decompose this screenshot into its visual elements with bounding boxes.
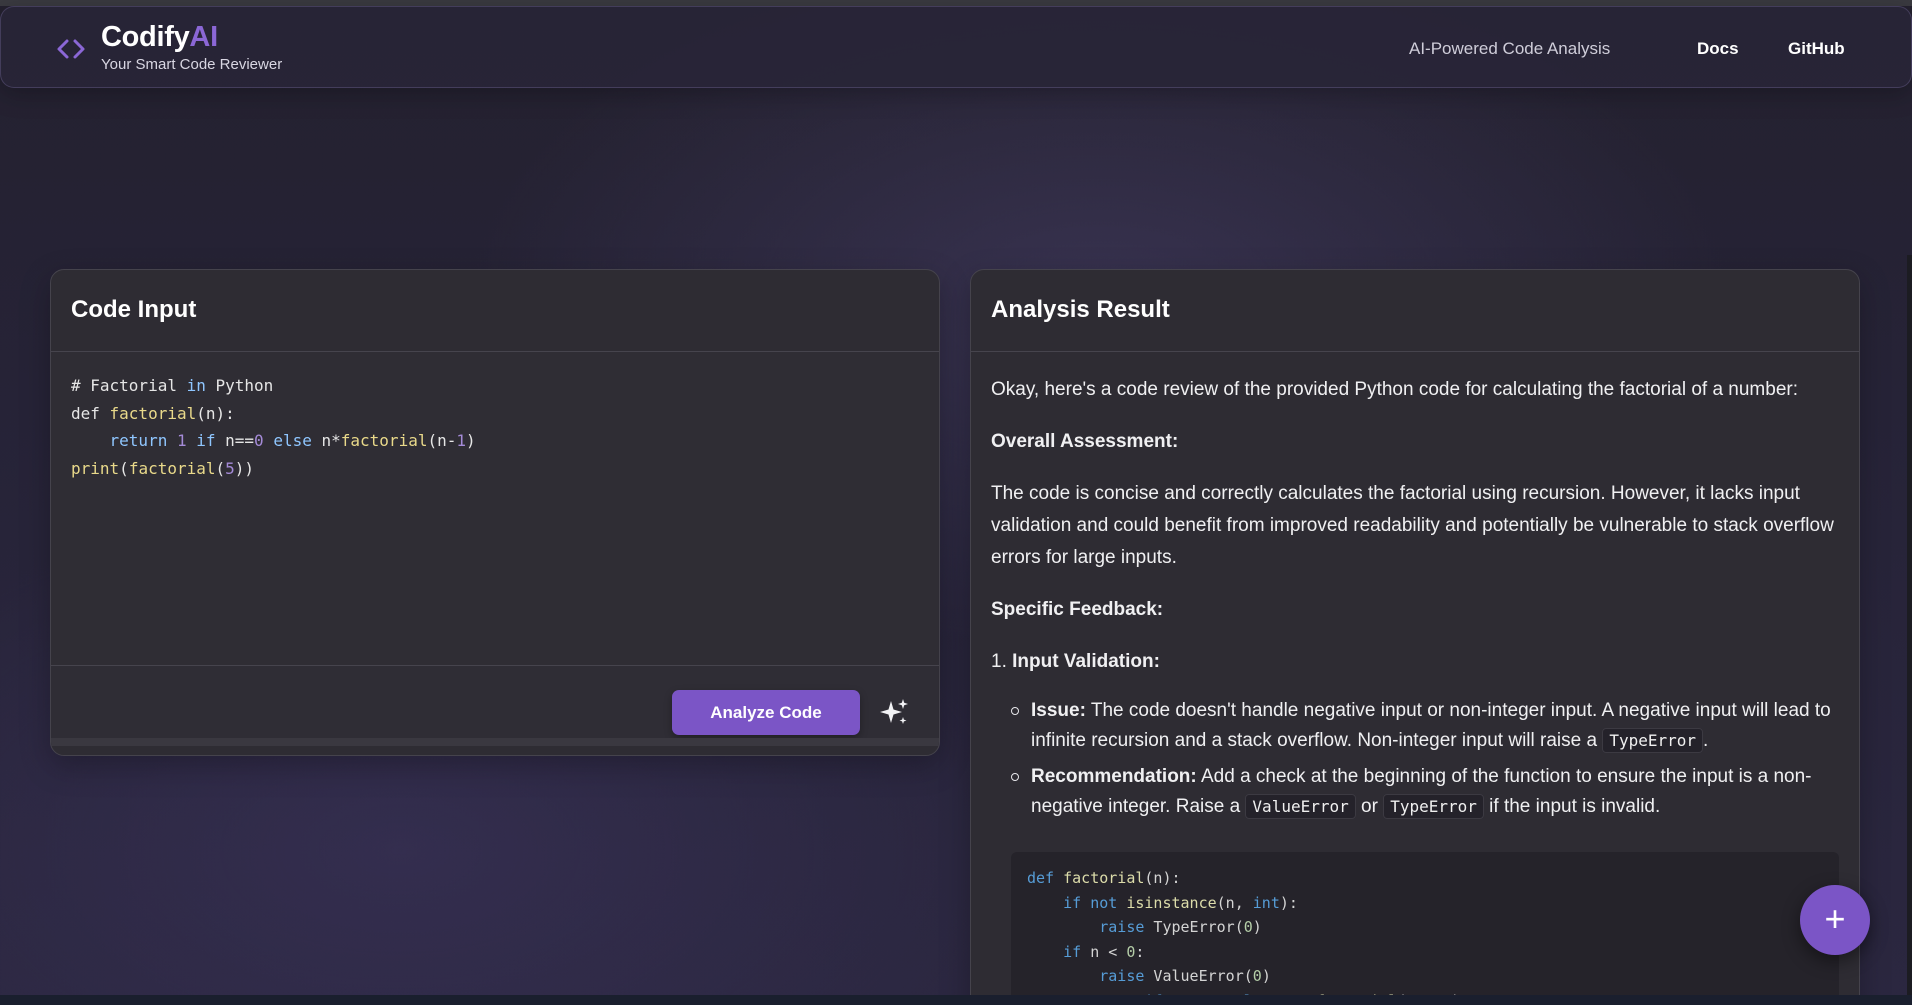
code-input-header: Code Input (51, 270, 939, 352)
inline-code: TypeError (1383, 794, 1484, 819)
code-block-line: raise ValueError(0) (1099, 967, 1271, 985)
brand-tagline: Your Smart Code Reviewer (101, 56, 283, 73)
analysis-result-panel: Analysis Result Okay, here's a code revi… (970, 269, 1860, 1005)
app-header: CodifyAI Your Smart Code Reviewer AI-Pow… (0, 6, 1912, 88)
code-input-panel: Code Input # Factorial in Python def fact… (50, 269, 940, 756)
plus-icon: + (1824, 898, 1846, 939)
code-line: # Factorial in Python (71, 372, 919, 400)
code-print-line: print(factorial(5)) (71, 458, 255, 478)
add-fab-button[interactable]: + (1800, 885, 1870, 955)
recommendation-item: Recommendation: Add a check at the begin… (1011, 762, 1839, 822)
item-input-validation: 1. Input Validation: (991, 651, 1160, 672)
code-block-line: if n < 0: (1063, 942, 1145, 961)
nav-ai-analysis[interactable]: AI-Powered Code Analysis (1409, 39, 1610, 59)
panel-bottom-strip (51, 738, 939, 746)
code-line: return 1 if n==0 else n*factorial(n-1) (71, 427, 919, 455)
code-block-line: def factorial(n): (1027, 869, 1181, 887)
specific-heading: Specific Feedback: (991, 599, 1164, 620)
code-comment: # Factorial in Python (71, 376, 274, 395)
nav-docs[interactable]: Docs (1697, 39, 1739, 59)
code-block-line: raise TypeError(0) (1099, 918, 1262, 936)
feedback-sublist: Issue: The code doesn't handle negative … (991, 696, 1839, 822)
nav-github[interactable]: GitHub (1788, 39, 1845, 59)
inline-code: TypeError (1602, 728, 1704, 753)
code-input-title: Code Input (71, 296, 197, 323)
code-def-line: def factorial(n): (71, 403, 235, 423)
code-return-line: return 1 if n==0 else n*factorial(n-1) (109, 431, 476, 450)
inline-code: ValueError (1245, 794, 1356, 819)
taskbar-edge (0, 995, 1912, 1005)
code-editor[interactable]: # Factorial in Python def factorial(n): r… (51, 352, 939, 666)
code-input-footer: Analyze Code (51, 666, 939, 746)
brand-name: CodifyAI (101, 21, 218, 53)
issue-item: Issue: The code doesn't handle negative … (1011, 696, 1839, 756)
brand[interactable]: CodifyAI Your Smart Code Reviewer (101, 19, 282, 73)
code-brackets-icon (57, 39, 85, 59)
suggested-code-block: def factorial(n): if not isinstance(n, i… (1011, 852, 1839, 1005)
analysis-result-title: Analysis Result (991, 296, 1170, 323)
overall-text: The code is concise and correctly calcul… (991, 483, 1834, 568)
analysis-result-header: Analysis Result (971, 270, 1859, 352)
analysis-intro: Okay, here's a code review of the provid… (991, 379, 1798, 400)
code-line: print(factorial(5)) (71, 455, 919, 483)
overall-heading: Overall Assessment: (991, 431, 1179, 452)
analyze-code-button[interactable]: Analyze Code (672, 690, 860, 735)
analysis-content: Okay, here's a code review of the provid… (971, 352, 1859, 1005)
code-block-line: if not isinstance(n, int): (1063, 893, 1298, 912)
scrollbar[interactable] (1907, 255, 1912, 995)
code-line: def factorial(n): (71, 400, 919, 428)
sparkle-icon[interactable] (878, 697, 910, 729)
